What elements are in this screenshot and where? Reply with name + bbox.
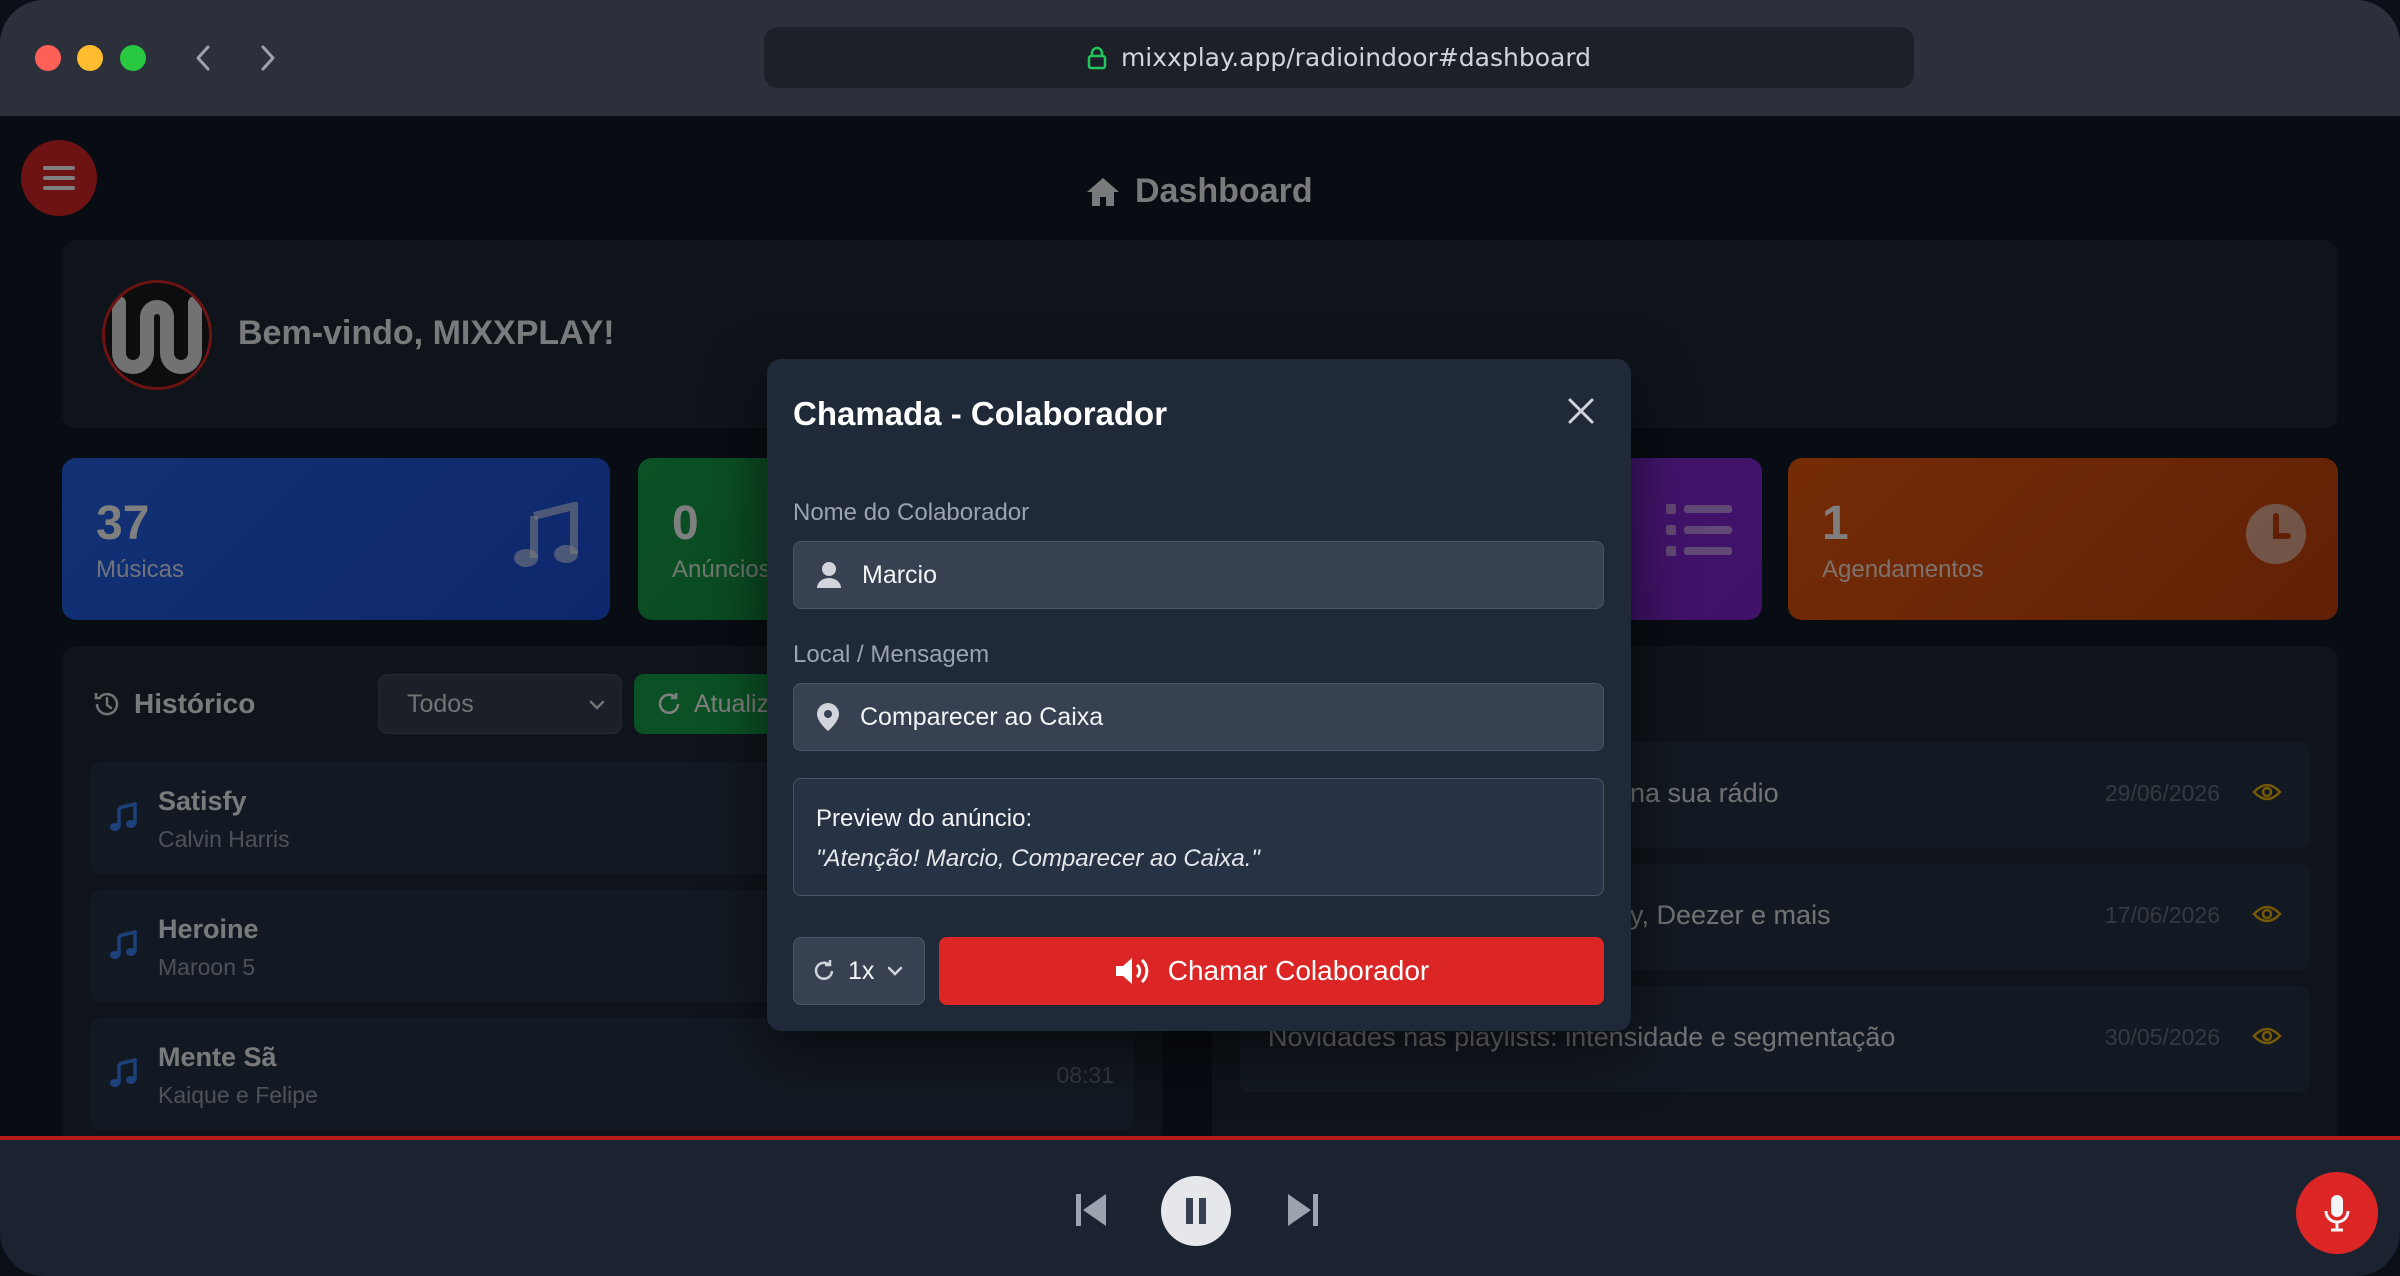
location-pin-icon [817, 703, 839, 731]
microphone-icon [2324, 1195, 2350, 1232]
repeat-select[interactable]: 1x [793, 937, 925, 1005]
next-track-button[interactable] [1286, 1192, 1320, 1233]
repeat-value: 1x [848, 956, 875, 985]
modal-close-button[interactable] [1567, 397, 1595, 430]
user-icon [817, 562, 841, 588]
chevron-down-icon [888, 966, 903, 976]
skip-back-icon [1076, 1194, 1106, 1226]
pause-icon [1186, 1198, 1206, 1224]
volume-icon [1115, 958, 1149, 984]
call-employee-modal: Chamada - Colaborador Nome do Colaborado… [767, 359, 1631, 1031]
chevron-right-icon [261, 45, 275, 71]
player-bar [0, 1136, 2400, 1276]
forward-button[interactable] [248, 34, 288, 82]
pause-button[interactable] [1161, 1176, 1231, 1246]
call-employee-button[interactable]: Chamar Colaborador [939, 937, 1604, 1005]
name-input[interactable] [862, 560, 1562, 590]
back-button[interactable] [183, 34, 223, 82]
url-text: mixxplay.app/radioindoor#dashboard [1120, 43, 1592, 72]
repeat-icon [814, 960, 834, 980]
microphone-button[interactable] [2296, 1172, 2378, 1254]
lock-icon [1087, 46, 1107, 69]
modal-title: Chamada - Colaborador [793, 395, 1168, 432]
browser-toolbar: mixxplay.app/radioindoor#dashboard [0, 0, 2400, 116]
previous-track-button[interactable] [1074, 1192, 1108, 1233]
name-field-label: Nome do Colaborador [793, 499, 1030, 526]
close-window-button[interactable] [35, 45, 61, 71]
preview-label: Preview do anúncio: [816, 805, 1033, 832]
message-field[interactable] [793, 683, 1604, 751]
chevron-left-icon [196, 45, 210, 71]
skip-forward-icon [1288, 1194, 1318, 1226]
name-field[interactable] [793, 541, 1604, 609]
call-button-label: Chamar Colaborador [1167, 955, 1430, 986]
minimize-window-button[interactable] [77, 45, 103, 71]
preview-text: "Atenção! Marcio, Comparecer ao Caixa." [816, 845, 1260, 872]
browser-window: mixxplay.app/radioindoor#dashboard Dashb… [0, 0, 2400, 1276]
maximize-window-button[interactable] [120, 45, 146, 71]
address-bar[interactable]: mixxplay.app/radioindoor#dashboard [764, 27, 1914, 88]
announcement-preview: Preview do anúncio: "Atenção! Marcio, Co… [793, 778, 1604, 896]
message-input[interactable] [860, 702, 1560, 732]
close-icon [1568, 398, 1594, 424]
message-field-label: Local / Mensagem [793, 641, 990, 668]
